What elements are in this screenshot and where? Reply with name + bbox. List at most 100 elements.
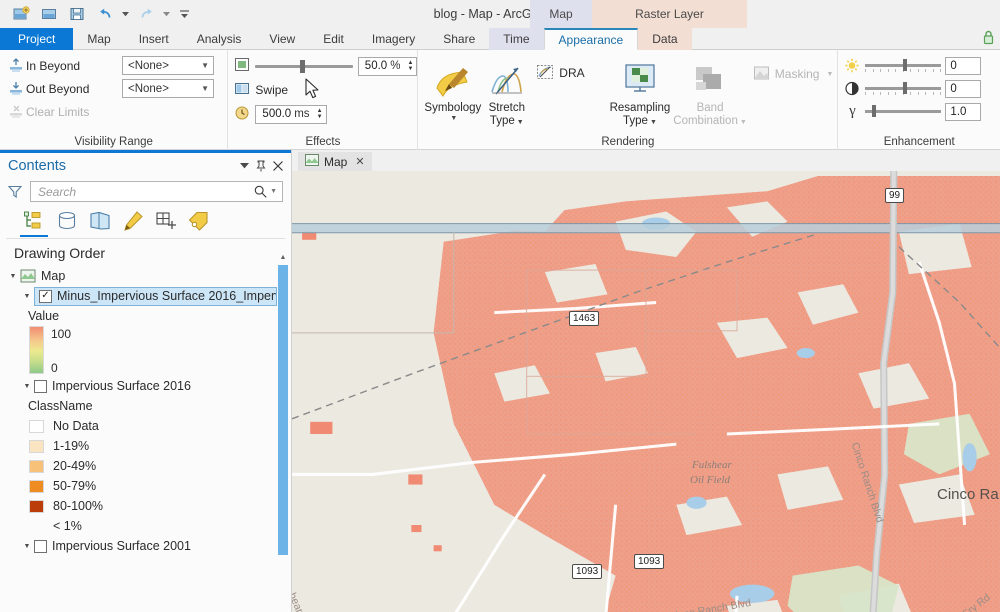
contrast-slider-thumb[interactable] [903, 82, 908, 94]
chevron-down-icon[interactable]: ▼ [740, 119, 747, 126]
brightness-slider[interactable] [865, 59, 942, 72]
dra-button[interactable]: DRA [532, 61, 588, 85]
undo-dropdown-icon[interactable] [120, 2, 131, 26]
expand-collapse-icon[interactable]: ▼ [6, 273, 20, 280]
scroll-up-icon[interactable]: ▲ [277, 253, 289, 263]
transparency-icon[interactable] [234, 57, 250, 75]
help-icon[interactable] [997, 32, 998, 46]
in-beyond-label: In Beyond [26, 58, 81, 73]
tab-view[interactable]: View [255, 28, 309, 50]
transparency-slider[interactable] [255, 59, 353, 73]
search-input[interactable]: Search ▼ [30, 181, 283, 202]
in-beyond-combo[interactable]: <None> ▼ [122, 56, 214, 75]
close-icon[interactable] [273, 160, 283, 171]
tab-data[interactable]: Data [638, 28, 692, 50]
toc-layer-row-impervious-2016[interactable]: ▼ Impervious Surface 2016 [0, 376, 291, 396]
contextual-tab-groups: Map Raster Layer [530, 0, 747, 28]
clear-limits-row[interactable]: Clear Limits [0, 100, 227, 123]
chevron-down-icon[interactable]: ▼ [826, 71, 833, 78]
tab-share[interactable]: Share [429, 28, 489, 50]
tab-edit[interactable]: Edit [309, 28, 358, 50]
band-combination-button[interactable]: Band Combination ▼ [673, 56, 747, 129]
symbology-icon [433, 60, 473, 102]
map-view-tab[interactable]: Map ✕ [298, 152, 372, 171]
gamma-slider-thumb[interactable] [872, 105, 877, 117]
toc-layer-row-minus-impervious[interactable]: ▼ ✓ Minus_Impervious Surface 2016_Imperv… [0, 286, 291, 306]
scrollbar-thumb[interactable] [278, 265, 288, 555]
expand-collapse-icon[interactable]: ▼ [20, 293, 34, 300]
contrast-value[interactable]: 0 [945, 79, 982, 98]
swipe-label: Swipe [255, 83, 289, 97]
brightness-slider-thumb[interactable] [903, 59, 908, 71]
transparency-spinner[interactable]: 50.0 % ▲ ▼ [357, 56, 418, 76]
chevron-down-icon[interactable]: ▼ [450, 115, 457, 122]
out-beyond-icon [6, 81, 26, 96]
flicker-spinner[interactable]: 500.0 ms ▲ ▼ [255, 104, 327, 124]
tab-analysis[interactable]: Analysis [183, 28, 256, 50]
expand-collapse-icon[interactable]: ▼ [20, 383, 34, 390]
chevron-down-icon[interactable]: ▼ [517, 119, 524, 126]
layer-visibility-checkbox[interactable]: ✓ [39, 289, 52, 303]
flicker-stepper[interactable]: ▲ ▼ [314, 106, 326, 123]
customize-quick-access-icon[interactable] [174, 2, 194, 26]
stretch-type-button[interactable]: Stretch Type ▼ [483, 56, 530, 129]
ramp-low-label: 0 [51, 361, 58, 375]
chevron-down-icon[interactable]: ▼ [650, 119, 657, 126]
open-project-icon[interactable] [36, 2, 62, 26]
contents-scrollbar[interactable]: ▲ [277, 253, 289, 612]
map-view-tabstrip: Map ✕ [292, 150, 1000, 171]
search-options-icon[interactable]: ▼ [267, 188, 280, 195]
swipe-row[interactable]: Swipe [228, 78, 417, 102]
toc-map-node[interactable]: ▼ Map [0, 266, 291, 286]
contrast-row: 0 [838, 77, 1000, 100]
redo-icon[interactable] [133, 2, 159, 26]
filter-icon[interactable] [4, 185, 26, 199]
tab-project[interactable]: Project [0, 28, 74, 50]
list-by-editing-icon[interactable] [121, 209, 145, 233]
list-by-data-source-icon[interactable] [55, 209, 79, 233]
tab-appearance[interactable]: Appearance [543, 28, 639, 50]
toc-layer-selected[interactable]: ✓ Minus_Impervious Surface 2016_Impervio… [34, 286, 277, 306]
transparency-slider-thumb[interactable] [300, 59, 306, 73]
flicker-icon[interactable] [234, 105, 250, 123]
undo-icon[interactable] [92, 2, 118, 26]
gamma-slider[interactable] [865, 105, 942, 117]
stretch-type-label-line2: Type [489, 115, 515, 127]
close-icon[interactable]: ✕ [355, 155, 364, 168]
new-project-icon[interactable] [8, 2, 34, 26]
stretch-type-icon [488, 60, 526, 102]
contrast-icon [843, 81, 861, 96]
masking-button[interactable]: Masking ▼ [749, 62, 838, 86]
map-tab-label: Map [324, 154, 348, 169]
brightness-value[interactable]: 0 [945, 56, 982, 75]
toc-layer-label: Impervious Surface 2016 [52, 379, 191, 393]
tab-time[interactable]: Time [489, 28, 544, 50]
transparency-stepper[interactable]: ▲ ▼ [404, 58, 416, 75]
contrast-slider[interactable] [865, 82, 942, 95]
list-by-selection-icon[interactable] [88, 209, 112, 233]
symbology-button[interactable]: Symbology ▼ [424, 56, 481, 122]
search-icon[interactable] [254, 185, 267, 198]
list-by-labeling-icon[interactable] [187, 209, 211, 233]
lock-icon[interactable] [982, 29, 995, 48]
tab-insert[interactable]: Insert [125, 28, 183, 50]
arcgis-pro-window: blog - Map - ArcGIS Pro Map Raster Layer… [0, 0, 1000, 612]
tab-map[interactable]: Map [73, 28, 124, 50]
pane-menu-icon[interactable] [240, 162, 249, 169]
legend-label: No Data [53, 419, 99, 433]
list-by-snapping-icon[interactable] [154, 209, 178, 233]
pin-icon[interactable] [256, 160, 266, 172]
map-canvas[interactable]: Fulshear Oil Field Meadowbrook Farms Gol… [292, 171, 1000, 612]
layer-visibility-checkbox[interactable] [34, 539, 47, 553]
layer-visibility-checkbox[interactable] [34, 379, 47, 393]
list-by-drawing-order-icon[interactable] [22, 209, 46, 233]
resampling-type-button[interactable]: Resampling Type ▼ [609, 56, 672, 129]
expand-collapse-icon[interactable]: ▼ [20, 543, 34, 550]
clear-limits-label: Clear Limits [26, 104, 90, 119]
toc-layer-row-impervious-2001[interactable]: ▼ Impervious Surface 2001 [0, 536, 291, 556]
tab-imagery[interactable]: Imagery [358, 28, 429, 50]
gamma-value[interactable]: 1.0 [945, 102, 982, 121]
save-project-icon[interactable] [64, 2, 90, 26]
redo-dropdown-icon[interactable] [161, 2, 172, 26]
out-beyond-combo[interactable]: <None> ▼ [122, 79, 214, 98]
